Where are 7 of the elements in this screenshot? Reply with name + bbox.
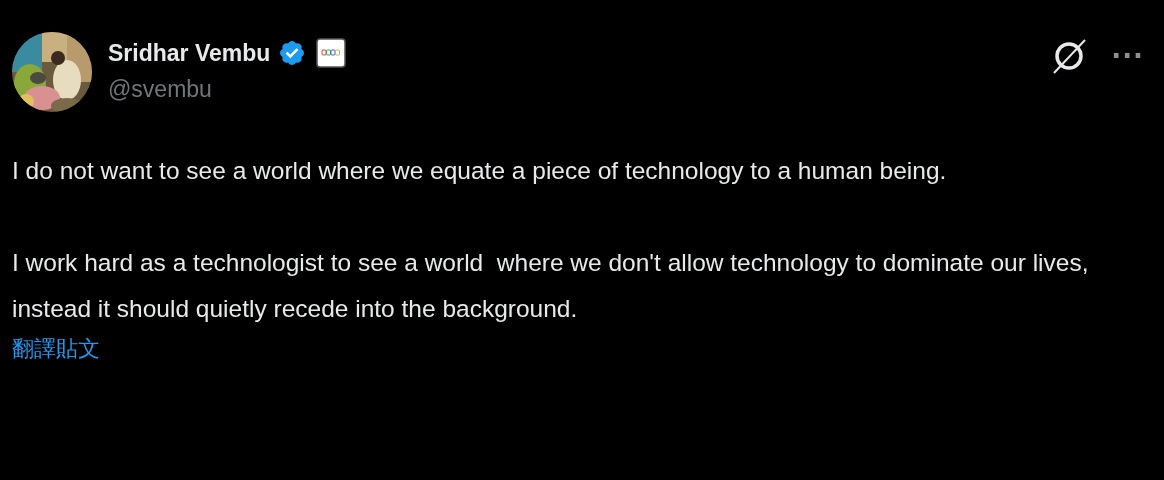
more-button[interactable]: ··· [1111, 41, 1144, 71]
affiliation-logo-icon[interactable] [316, 38, 347, 68]
post-paragraph: I do not want to see a world where we equate a piece of technology to a human being. [12, 156, 948, 186]
translate-link[interactable]: 翻譯貼文 [12, 334, 100, 364]
post-paragraph: I work hard as a technologist to see a world where we don't allow technology to dominate our lives, instead it should quietly recede into the background. [12, 248, 1090, 324]
author-handle[interactable]: @svembu [108, 76, 347, 103]
author-name[interactable]: Sridhar Vembu [108, 39, 271, 67]
